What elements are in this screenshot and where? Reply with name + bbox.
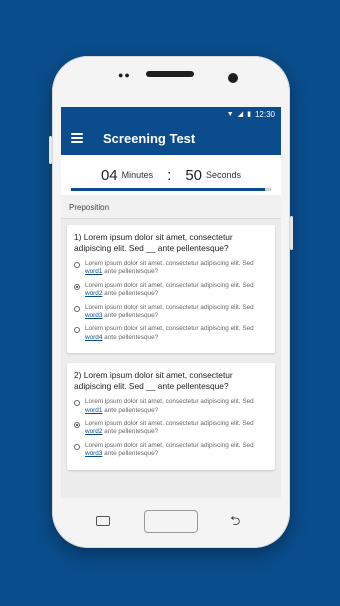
option-text-suffix: ante pellentesque? [102,333,159,341]
option-word: word1 [85,268,103,276]
timer-seconds: 50 [185,166,203,184]
countdown-timer: 04 Minutes : 50 Seconds [61,155,281,195]
timer-minutes-label: Minutes [121,170,154,180]
option-text: Lorem ipsum dolor sit amet, consectetur … [85,304,268,321]
timer-progress-fill [71,188,265,191]
screen: ▼ ◢ ▮ 12:30 Screening Test 04 Minutes : … [61,107,281,498]
status-time: 12:30 [254,109,275,119]
option-word: word3 [85,312,103,320]
question-card: 1) Lorem ipsum dolor sit amet, consectet… [67,225,275,354]
option-text: Lorem ipsum dolor sit amet, consectetur … [85,325,268,342]
radio-unchecked-icon[interactable] [74,327,80,334]
earpiece [146,71,194,77]
battery-icon: ▮ [247,111,251,118]
radio-checked-icon[interactable] [74,283,80,290]
hamburger-menu-icon[interactable] [71,133,83,143]
option-text: Lorem ipsum dolor sit amet, consectetur … [85,260,268,277]
sensor-dots: ●● [118,70,131,80]
radio-unchecked-icon[interactable] [74,305,80,312]
answer-option[interactable]: Lorem ipsum dolor sit amet, consectetur … [74,325,268,342]
question-list: 1) Lorem ipsum dolor sit amet, consectet… [61,219,281,470]
option-text-suffix: ante pellentesque? [102,450,159,458]
answer-option[interactable]: Lorem ipsum dolor sit amet, consectetur … [74,260,268,277]
radio-unchecked-icon[interactable] [74,400,80,407]
option-text-prefix: Lorem ipsum dolor sit amet, consectetur … [85,260,254,267]
app-title: Screening Test [103,130,196,146]
phone-frame: ●● ▼ ◢ ▮ 12:30 Screening Test 04 Minutes… [49,56,293,548]
timer-minutes: 04 [100,166,118,184]
recent-apps-icon[interactable] [96,516,110,526]
option-text: Lorem ipsum dolor sit amet, consectetur … [85,442,268,459]
answer-option[interactable]: Lorem ipsum dolor sit amet, consectetur … [74,398,268,415]
option-text-prefix: Lorem ipsum dolor sit amet, consectetur … [85,303,254,311]
option-text-suffix: ante pellentesque? [102,312,159,320]
option-text: Lorem ipsum dolor sit amet, consectetur … [85,282,268,299]
radio-checked-icon[interactable] [74,422,80,429]
power-button [290,216,293,250]
option-word: word1 [85,406,103,414]
option-word: word2 [85,428,103,436]
volume-button [49,136,52,164]
option-text-suffix: ante pellentesque? [102,290,159,298]
question-text: 2) Lorem ipsum dolor sit amet, consectet… [74,370,233,392]
radio-unchecked-icon[interactable] [74,262,80,268]
option-text-suffix: ante pellentesque? [102,406,159,414]
option-text-prefix: Lorem ipsum dolor sit amet, consectetur … [85,325,254,333]
answer-option[interactable]: Lorem ipsum dolor sit amet, consectetur … [74,304,268,321]
option-word: word2 [85,290,103,298]
question-card: 2) Lorem ipsum dolor sit amet, consectet… [67,363,275,470]
option-text-prefix: Lorem ipsum dolor sit amet, consectetur … [85,420,254,428]
option-text-suffix: ante pellentesque? [102,268,159,276]
option-text-prefix: Lorem ipsum dolor sit amet, consectetur … [85,281,254,289]
section-label: Preposition [61,195,281,219]
answer-option[interactable]: Lorem ipsum dolor sit amet, consectetur … [74,420,268,437]
signal-icon: ◢ [237,111,244,118]
option-text-suffix: ante pellentesque? [102,428,159,436]
option-text-prefix: Lorem ipsum dolor sit amet, consectetur … [85,441,254,449]
wifi-icon: ▼ [226,110,234,118]
option-text: Lorem ipsum dolor sit amet, consectetur … [85,398,268,415]
answer-option[interactable]: Lorem ipsum dolor sit amet, consectetur … [74,442,268,459]
timer-seconds-label: Seconds [206,170,242,180]
home-button[interactable] [144,510,198,533]
question-text: 1) Lorem ipsum dolor sit amet, consectet… [74,232,233,253]
back-icon[interactable]: ⮌ [230,512,240,534]
radio-unchecked-icon[interactable] [74,443,80,450]
app-bar: Screening Test [61,121,281,155]
option-text-prefix: Lorem ipsum dolor sit amet, consectetur … [85,398,254,406]
front-camera [228,73,238,83]
timer-progress-bar [71,188,271,191]
option-word: word4 [85,333,103,341]
answer-option[interactable]: Lorem ipsum dolor sit amet, consectetur … [74,282,268,299]
status-bar: ▼ ◢ ▮ 12:30 [61,107,281,121]
option-word: word3 [85,450,103,458]
option-text: Lorem ipsum dolor sit amet, consectetur … [85,420,268,437]
timer-separator: : [167,166,172,184]
